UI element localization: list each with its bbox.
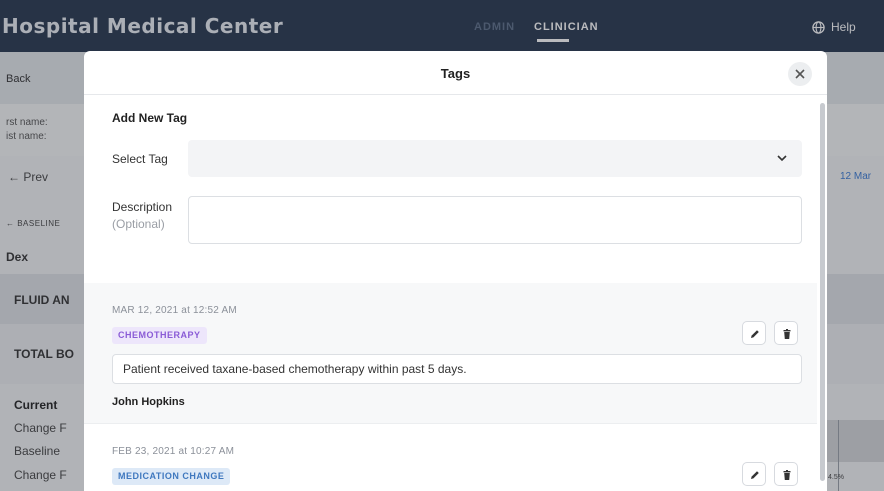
- close-button[interactable]: [788, 62, 812, 86]
- select-tag-label: Select Tag: [112, 152, 168, 166]
- tag-date: FEB 23, 2021 at 10:27 AM: [112, 446, 235, 457]
- add-new-tag-heading: Add New Tag: [112, 111, 188, 125]
- close-icon: [795, 69, 805, 79]
- tag-entry: FEB 23, 2021 at 10:27 AM MEDICATION CHAN…: [84, 423, 817, 491]
- edit-tag-button[interactable]: [742, 321, 766, 345]
- tag-description: Patient received taxane-based chemothera…: [112, 354, 802, 384]
- select-tag-dropdown[interactable]: [188, 140, 802, 177]
- tag-author: John Hopkins: [112, 396, 185, 408]
- chevron-down-icon: [777, 155, 787, 162]
- tag-badge: MEDICATION CHANGE: [112, 468, 231, 485]
- tags-modal: Tags Add New Tag Select Tag Description …: [84, 51, 827, 491]
- edit-tag-button[interactable]: [742, 462, 766, 486]
- tag-entry: MAR 12, 2021 at 12:52 AM CHEMOTHERAPY Pa…: [84, 283, 817, 423]
- description-label: Description: [112, 200, 173, 214]
- trash-icon: [783, 470, 791, 480]
- scrollbar-thumb[interactable]: [820, 103, 825, 481]
- pencil-icon: [751, 330, 759, 338]
- pencil-icon: [751, 471, 759, 479]
- tag-date: MAR 12, 2021 at 12:52 AM: [112, 305, 237, 316]
- modal-header: Tags: [84, 51, 827, 95]
- delete-tag-button[interactable]: [774, 462, 798, 486]
- tag-badge: CHEMOTHERAPY: [112, 327, 207, 344]
- description-optional-hint: (Optional): [112, 217, 165, 231]
- delete-tag-button[interactable]: [774, 321, 798, 345]
- trash-icon: [783, 329, 791, 339]
- description-input[interactable]: [188, 196, 802, 244]
- modal-title: Tags: [440, 66, 471, 81]
